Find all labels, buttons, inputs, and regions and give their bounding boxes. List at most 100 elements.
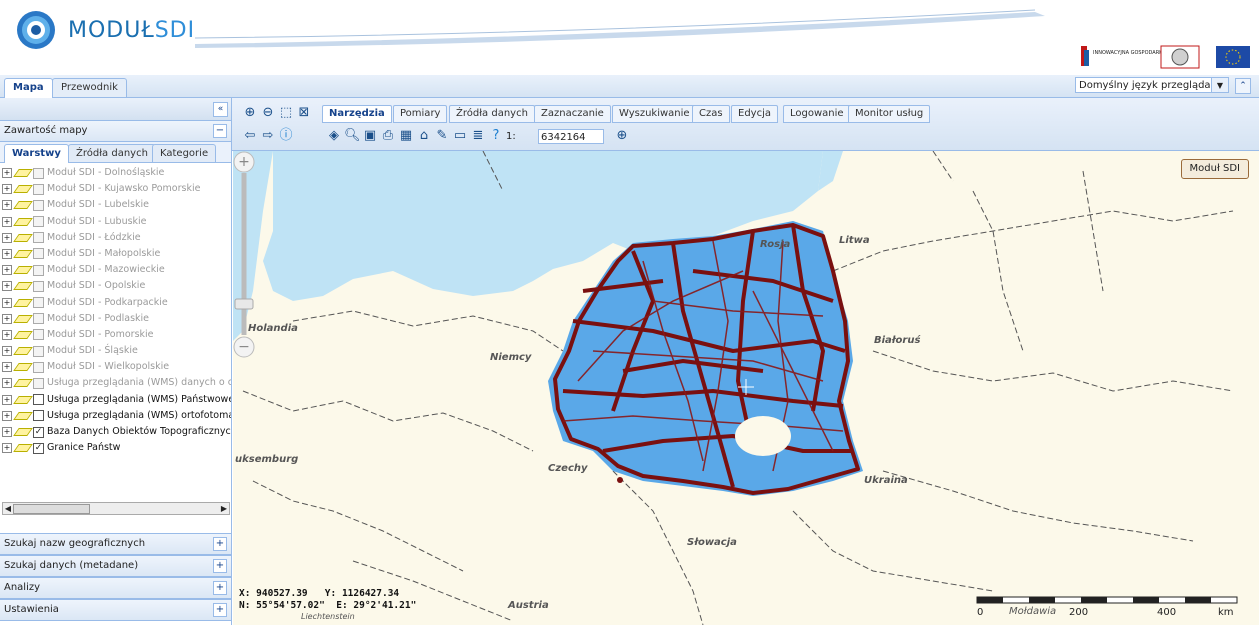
layer-row[interactable]: + Moduł SDI - Dolnośląskie	[0, 165, 231, 181]
folder-icon[interactable]: ▭	[452, 128, 468, 144]
layer-row[interactable]: + Moduł SDI - Łódzkie	[0, 230, 231, 246]
tab-kategorie[interactable]: Kategorie	[152, 144, 217, 162]
layer-checkbox[interactable]	[33, 410, 44, 422]
language-select[interactable]: Domyślny język przeglądarki ▼	[1075, 77, 1229, 93]
layer-checkbox[interactable]	[33, 377, 44, 389]
zoom-in-icon[interactable]: ⊕	[242, 105, 258, 121]
expand-icon[interactable]: +	[2, 184, 12, 195]
expand-icon[interactable]: +	[2, 265, 12, 276]
print-icon[interactable]: ⎙	[380, 128, 396, 144]
expand-icon[interactable]: +	[2, 168, 12, 178]
layer-row[interactable]: + Moduł SDI - Wielkopolskie	[0, 359, 231, 375]
tab-logowanie[interactable]: Logowanie	[783, 105, 851, 123]
expand-icon[interactable]: +	[2, 216, 12, 227]
layer-checkbox[interactable]	[33, 361, 44, 373]
expand-icon[interactable]: +	[2, 313, 12, 324]
layer-row[interactable]: + Moduł SDI - Podlaskie	[0, 311, 231, 327]
back-arrow-icon[interactable]: ⇦	[242, 128, 258, 144]
expand-icon[interactable]: +	[2, 362, 12, 373]
accordion-analizy[interactable]: Analizy +	[0, 577, 231, 599]
zoom-slider[interactable]: + −	[233, 151, 255, 365]
plus-icon[interactable]: +	[213, 603, 227, 617]
table-icon[interactable]: ▦	[398, 128, 414, 144]
layer-row[interactable]: + Moduł SDI - Opolskie	[0, 278, 231, 294]
collapse-left-icon[interactable]: «	[213, 102, 228, 117]
layer-checkbox[interactable]: ✓	[33, 426, 44, 438]
layer-row[interactable]: + Usługa przeglądania (WMS) danych o ch	[0, 375, 231, 391]
layer-row[interactable]: + ✓ Baza Danych Obiektów Topograficznych	[0, 424, 231, 440]
accordion-geo-names[interactable]: Szukaj nazw geograficznych +	[0, 533, 231, 555]
forward-arrow-icon[interactable]: ⇨	[260, 128, 276, 144]
plus-icon[interactable]: +	[213, 537, 227, 551]
layer-row[interactable]: + Usługa przeglądania (WMS) ortofotomap	[0, 408, 231, 424]
search-icon[interactable]: 🔍︎	[344, 128, 361, 144]
tab-zaznaczanie[interactable]: Zaznaczanie	[534, 105, 611, 123]
help-icon[interactable]: ?	[488, 128, 504, 144]
layer-row[interactable]: + Moduł SDI - Podkarpackie	[0, 295, 231, 311]
layer-row[interactable]: + Moduł SDI - Mazowieckie	[0, 262, 231, 278]
layer-checkbox[interactable]	[33, 394, 44, 406]
layer-checkbox[interactable]	[33, 313, 44, 325]
layer-checkbox[interactable]	[33, 280, 44, 292]
accordion-ustawienia[interactable]: Ustawienia +	[0, 599, 231, 621]
link-icon[interactable]: ✎	[434, 128, 450, 144]
layer-row[interactable]: + Usługa przeglądania (WMS) Państwowe	[0, 392, 231, 408]
tab-wyszukiwanie[interactable]: Wyszukiwanie	[612, 105, 697, 123]
tab-zrodla-danych[interactable]: Źródła danych	[68, 144, 156, 162]
minus-icon[interactable]: −	[213, 124, 227, 138]
layer-checkbox[interactable]	[33, 183, 44, 195]
tab-czas[interactable]: Czas	[692, 105, 730, 123]
layer-row[interactable]: + Moduł SDI - Kujawsko Pomorskie	[0, 181, 231, 197]
tab-przewodnik[interactable]: Przewodnik	[52, 78, 127, 97]
tab-edycja[interactable]: Edycja	[731, 105, 778, 123]
plus-icon[interactable]: +	[213, 581, 227, 595]
layer-row[interactable]: + Moduł SDI - Lubuskie	[0, 214, 231, 230]
tab-pomiary[interactable]: Pomiary	[393, 105, 448, 123]
plus-icon[interactable]: +	[213, 559, 227, 573]
layer-row[interactable]: + ✓ Granice Państw	[0, 440, 231, 456]
scrollbar-thumb[interactable]	[13, 504, 90, 514]
save-icon[interactable]: ▣	[362, 128, 378, 144]
zoom-scale-icon[interactable]: ⊕	[614, 128, 630, 144]
layer-checkbox[interactable]	[33, 329, 44, 341]
map-view[interactable]: Rosja Litwa Białoruś Holandia Niemcy Cze…	[233, 151, 1259, 625]
scale-input[interactable]: 6342164	[538, 129, 604, 144]
expand-icon[interactable]: +	[2, 281, 12, 292]
scroll-left-icon[interactable]: ◀	[3, 503, 13, 514]
expand-icon[interactable]: +	[2, 232, 12, 243]
tab-zrodla-danych-map[interactable]: Źródła danych	[449, 105, 535, 123]
wmc-icon[interactable]: ≣	[470, 128, 486, 144]
expand-icon[interactable]: +	[2, 410, 12, 421]
zoom-extent-icon[interactable]: ⊠	[296, 105, 312, 121]
layer-checkbox[interactable]	[33, 199, 44, 211]
horizontal-scrollbar[interactable]: ◀ ▶	[2, 502, 230, 515]
layer-row[interactable]: + Moduł SDI - Małopolskie	[0, 246, 231, 262]
tab-monitor-uslug[interactable]: Monitor usług	[848, 105, 931, 123]
layer-row[interactable]: + Moduł SDI - Śląskie	[0, 343, 231, 359]
expand-icon[interactable]: +	[2, 248, 12, 259]
collapse-header-icon[interactable]: ⌃	[1235, 78, 1251, 94]
expand-icon[interactable]: +	[2, 394, 12, 405]
expand-icon[interactable]: +	[2, 329, 12, 340]
layers-icon[interactable]: ◈	[326, 128, 342, 144]
zoom-box-icon[interactable]: ⬚	[278, 105, 294, 121]
layer-row[interactable]: + Moduł SDI - Lubelskie	[0, 197, 231, 213]
accordion-metadata[interactable]: Szukaj danych (metadane) +	[0, 555, 231, 577]
modul-sdi-button[interactable]: Moduł SDI	[1180, 159, 1249, 179]
layer-checkbox[interactable]	[33, 167, 44, 179]
tab-narzedzia[interactable]: Narzędzia	[322, 105, 392, 123]
layer-checkbox[interactable]	[33, 232, 44, 244]
expand-icon[interactable]: +	[2, 427, 12, 437]
zoom-out-icon[interactable]: ⊖	[260, 105, 276, 121]
scroll-right-icon[interactable]: ▶	[219, 503, 229, 514]
expand-icon[interactable]: +	[2, 200, 12, 211]
layer-checkbox[interactable]	[33, 297, 44, 308]
layer-checkbox[interactable]	[33, 248, 44, 260]
layer-checkbox[interactable]	[33, 264, 44, 276]
layer-checkbox[interactable]	[33, 345, 44, 357]
home-icon[interactable]: ⌂	[416, 128, 432, 144]
chevron-down-icon[interactable]: ▼	[1211, 78, 1228, 92]
expand-icon[interactable]: +	[2, 346, 12, 357]
expand-icon[interactable]: +	[2, 443, 12, 454]
layer-checkbox[interactable]: ✓	[33, 442, 44, 454]
